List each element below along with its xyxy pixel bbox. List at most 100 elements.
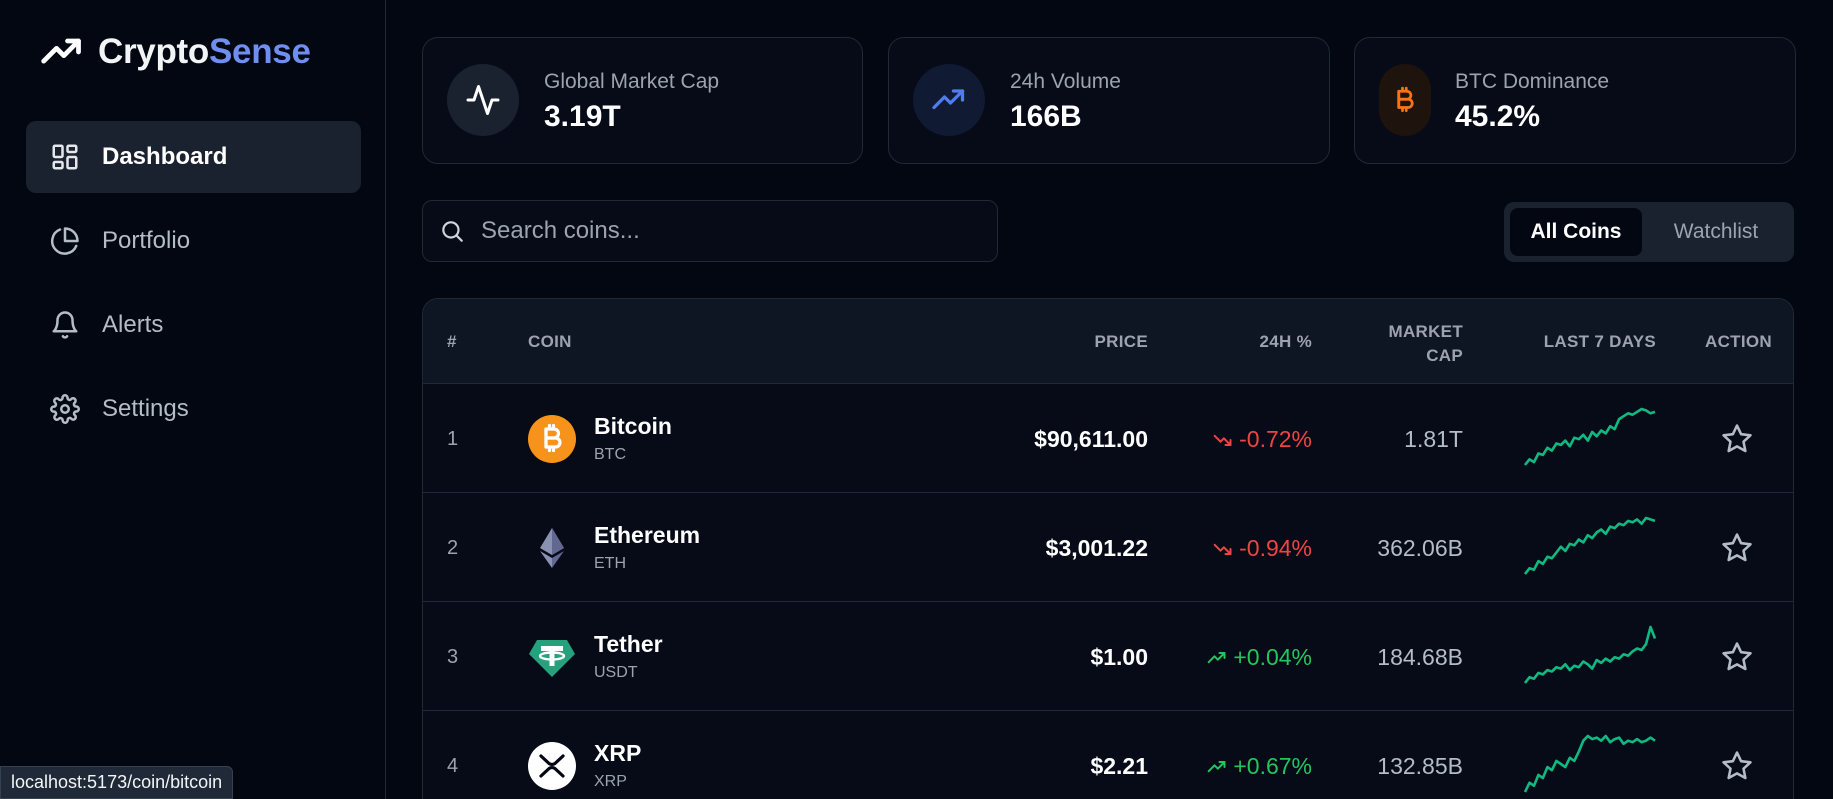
tether-logo-icon [529,640,575,677]
search-box[interactable] [422,200,998,262]
brand-logo[interactable]: CryptoSense [40,30,311,74]
star-icon[interactable] [1720,422,1754,456]
header-rank: # [447,332,457,351]
row-rank: 1 [447,428,459,450]
nav-label: Dashboard [102,143,228,170]
row-rank: 4 [447,755,459,777]
coin-symbol: BTC [594,446,626,463]
nav-label: Settings [102,395,189,422]
stat-card-volume: 24h Volume 166B [888,37,1330,164]
stat-icon-wrap [913,64,985,136]
sparkline-line [1523,516,1656,575]
stat-icon-wrap [1379,64,1431,136]
pie-chart-icon [50,227,79,255]
coin-price: $90,611.00 [1034,426,1148,452]
coin-filter-toggle: All Coins Watchlist [1504,202,1794,262]
coin-market-cap: 132.85B [1377,753,1463,779]
sparkline-chart [1523,516,1656,575]
coin-price: $3,001.22 [1045,535,1148,561]
coins-table: # COIN PRICE 24H % MARKET CAP LAST 7 DAY… [422,298,1794,799]
activity-icon [466,85,500,115]
row-rank: 2 [447,537,459,559]
nav-item-settings[interactable]: Settings [26,373,361,445]
coin-change-value: +0.04% [1233,644,1312,670]
trending-up-icon [41,38,81,64]
tab-all-coins[interactable]: All Coins [1510,208,1642,256]
coin-name[interactable]: Tether [594,631,663,658]
stat-card-btc-dominance: BTC Dominance 45.2% [1354,37,1796,164]
table-row[interactable]: 1 Bitcoin BTC $90,611.00 -0.72% 1.81T [423,383,1793,492]
sparkline-line [1523,407,1656,466]
nav-item-portfolio[interactable]: Portfolio [26,205,361,277]
coin-price: $2.21 [1090,753,1148,779]
stat-value: 166B [1010,100,1082,133]
table-row[interactable]: 2 Ethereum ETH $3,001.22 -0.94% 362.06B [423,492,1793,601]
coin-change-value: +0.67% [1233,753,1312,779]
stat-label: Global Market Cap [544,70,720,93]
coin-change-value: -0.72% [1239,426,1312,452]
table-row[interactable]: 4 XRP XRP $2.21 +0.67% 132.85B [423,710,1793,799]
trending-up-icon [1208,760,1226,772]
brand-name-part-a: Crypto [98,32,209,71]
stat-label: 24h Volume [1010,70,1121,93]
bitcoin-logo-icon [528,415,576,463]
nav-item-alerts[interactable]: Alerts [26,289,361,361]
header-action: ACTION [1705,332,1772,351]
coin-price: $1.00 [1090,644,1148,670]
trending-down-icon [1213,543,1232,555]
ethereum-logo-icon [540,528,564,568]
sparkline-line [1523,625,1657,684]
nav-label: Alerts [102,311,164,338]
tab-watchlist[interactable]: Watchlist [1644,208,1788,256]
stat-value: 3.19T [544,100,621,133]
header-price: PRICE [1094,332,1148,351]
coin-change: +0.67% [1207,753,1312,780]
coin-symbol: USDT [594,664,638,681]
coin-name[interactable]: Bitcoin [594,413,672,440]
coin-change: +0.04% [1207,644,1312,671]
nav-label: Portfolio [102,227,191,254]
star-icon[interactable] [1720,640,1754,674]
search-icon [442,221,463,242]
row-rank: 3 [447,646,459,668]
coin-name[interactable]: XRP [594,740,641,767]
coin-change: -0.72% [1213,426,1312,453]
coin-symbol: ETH [594,555,626,572]
status-bar-url: localhost:5173/coin/bitcoin [0,766,234,799]
table-header: # COIN PRICE 24H % MARKET CAP LAST 7 DAY… [423,299,1793,383]
star-icon[interactable] [1720,749,1754,783]
nav-item-dashboard[interactable]: Dashboard [26,121,361,193]
coin-name[interactable]: Ethereum [594,522,700,549]
bell-icon [52,311,78,339]
bitcoin-icon [1397,86,1414,112]
star-icon[interactable] [1720,531,1754,565]
brand-name: CryptoSense [98,32,311,72]
coin-market-cap: 184.68B [1377,644,1463,670]
stat-value: 45.2% [1455,100,1541,133]
header-coin: COIN [528,332,572,351]
dashboard-grid-icon [52,144,78,170]
gear-icon [50,394,80,424]
header-market-cap: MARKET CAP [1388,320,1463,368]
sparkline-chart [1523,407,1656,466]
trending-up-icon [1208,651,1226,663]
sparkline-chart [1523,734,1656,793]
header-change: 24H % [1259,332,1312,351]
coin-symbol: XRP [594,773,627,790]
trending-up-icon [932,89,965,110]
xrp-logo-icon [528,742,576,790]
stat-card-market-cap: Global Market Cap 3.19T [422,37,863,164]
header-market-cap-line1: MARKET [1388,322,1463,341]
coin-market-cap: 1.81T [1404,426,1463,452]
brand-name-part-b: Sense [208,32,311,71]
coin-change-value: -0.94% [1239,535,1312,561]
stat-icon-wrap [447,64,519,136]
main-content: Global Market Cap 3.19T 24h Volume 166B … [387,0,1833,799]
table-row[interactable]: 3 Tether USDT $1.00 +0.04% 184.68B [423,601,1793,710]
search-input[interactable] [481,217,981,245]
sparkline-chart [1523,625,1657,684]
sparkline-line [1523,734,1656,793]
header-market-cap-line2: CAP [1426,346,1463,365]
stat-label: BTC Dominance [1455,70,1610,93]
coin-market-cap: 362.06B [1377,535,1463,561]
